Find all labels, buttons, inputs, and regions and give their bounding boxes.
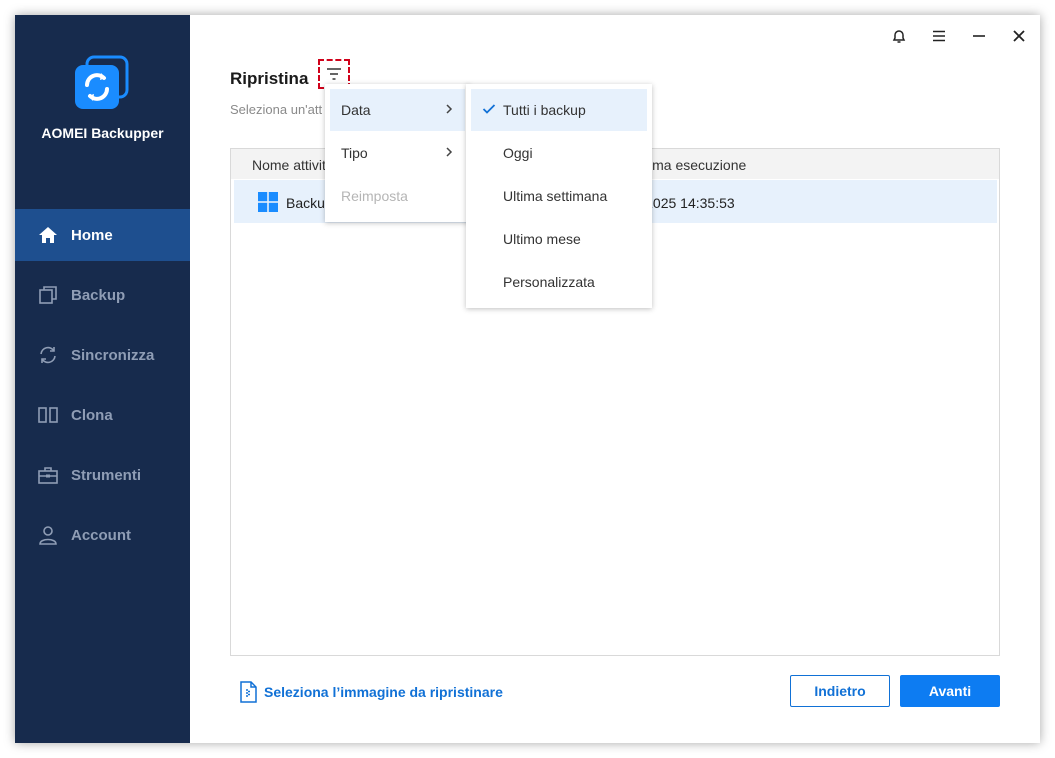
sidebar-item-clone[interactable]: Clona bbox=[15, 389, 190, 441]
app-window: AOMEI Backupper Home Backup Sincronizza … bbox=[15, 15, 1040, 743]
date-option-label: Ultima settimana bbox=[503, 188, 608, 204]
page-subtitle: Seleziona un'att bbox=[230, 102, 323, 117]
bell-icon bbox=[892, 30, 906, 43]
sidebar-item-label: Strumenti bbox=[71, 466, 142, 484]
sidebar-item-backup[interactable]: Backup bbox=[15, 269, 190, 321]
user-icon bbox=[39, 526, 57, 545]
filter-icon bbox=[327, 68, 341, 80]
notifications-button[interactable] bbox=[887, 25, 911, 47]
filter-menu-item-reset: Reimposta bbox=[330, 175, 465, 217]
date-option-label: Ultimo mese bbox=[503, 231, 581, 247]
sync-icon bbox=[40, 346, 56, 364]
date-option-today[interactable]: Oggi bbox=[471, 132, 647, 174]
app-logo-icon bbox=[73, 55, 131, 113]
sidebar-item-label: Sincronizza bbox=[71, 346, 155, 364]
clone-icon bbox=[38, 407, 58, 423]
filter-menu-label: Data bbox=[341, 102, 371, 118]
menu-icon bbox=[933, 30, 945, 42]
sidebar-item-label: Account bbox=[71, 526, 131, 544]
date-option-label: Personalizzata bbox=[503, 274, 595, 290]
page-title: Ripristina bbox=[230, 69, 309, 88]
sidebar-item-label: Clona bbox=[71, 406, 113, 424]
filter-menu-item-date[interactable]: Data bbox=[330, 89, 465, 131]
sidebar-item-sync[interactable]: Sincronizza bbox=[15, 329, 190, 381]
chevron-right-icon bbox=[446, 147, 453, 157]
sidebar: AOMEI Backupper Home Backup Sincronizza … bbox=[15, 15, 190, 743]
next-button[interactable]: Avanti bbox=[900, 675, 1000, 707]
select-image-label: Seleziona l’immagine da ripristinare bbox=[264, 684, 503, 700]
close-button[interactable] bbox=[1007, 25, 1031, 47]
backup-icon bbox=[39, 286, 57, 304]
toolbox-icon bbox=[38, 467, 58, 484]
filter-menu-item-type[interactable]: Tipo bbox=[330, 132, 465, 174]
sidebar-item-label: Backup bbox=[71, 286, 126, 304]
app-name: AOMEI Backupper bbox=[41, 125, 164, 141]
minimize-button[interactable] bbox=[967, 25, 991, 47]
date-option-all-backups[interactable]: Tutti i backup bbox=[471, 89, 647, 131]
chevron-right-icon bbox=[446, 104, 453, 114]
minimize-icon bbox=[973, 35, 985, 37]
sidebar-item-label: Home bbox=[71, 226, 113, 244]
filter-menu-label: Reimposta bbox=[341, 188, 408, 204]
filter-menu-label: Tipo bbox=[341, 145, 368, 161]
column-header-name[interactable]: Nome attivit bbox=[252, 157, 326, 173]
sidebar-item-account[interactable]: Account bbox=[15, 509, 190, 561]
main-panel: Ripristina Seleziona un'att Nome attivit… bbox=[190, 15, 1040, 743]
home-icon bbox=[39, 227, 57, 243]
close-icon bbox=[1013, 30, 1025, 42]
sidebar-item-tools[interactable]: Strumenti bbox=[15, 449, 190, 501]
date-option-label: Oggi bbox=[503, 145, 533, 161]
date-submenu: Tutti i backup Oggi Ultima settimana Ult… bbox=[466, 84, 652, 308]
back-button[interactable]: Indietro bbox=[790, 675, 890, 707]
row-task-name: Backup bbox=[286, 195, 326, 211]
column-header-last-run[interactable]: ima esecuzione bbox=[649, 157, 746, 173]
check-icon bbox=[482, 104, 496, 114]
sidebar-item-home[interactable]: Home bbox=[15, 209, 190, 261]
main-menu-button[interactable] bbox=[927, 25, 951, 47]
date-option-custom[interactable]: Personalizzata bbox=[471, 261, 647, 303]
date-option-last-week[interactable]: Ultima settimana bbox=[471, 175, 647, 217]
date-option-label: Tutti i backup bbox=[503, 102, 586, 118]
windows-icon bbox=[258, 192, 278, 212]
image-file-icon bbox=[240, 681, 257, 703]
select-image-link[interactable]: Seleziona l’immagine da ripristinare bbox=[238, 681, 503, 703]
date-option-last-month[interactable]: Ultimo mese bbox=[471, 218, 647, 260]
filter-menu: Data Tipo Reimposta bbox=[325, 84, 470, 222]
